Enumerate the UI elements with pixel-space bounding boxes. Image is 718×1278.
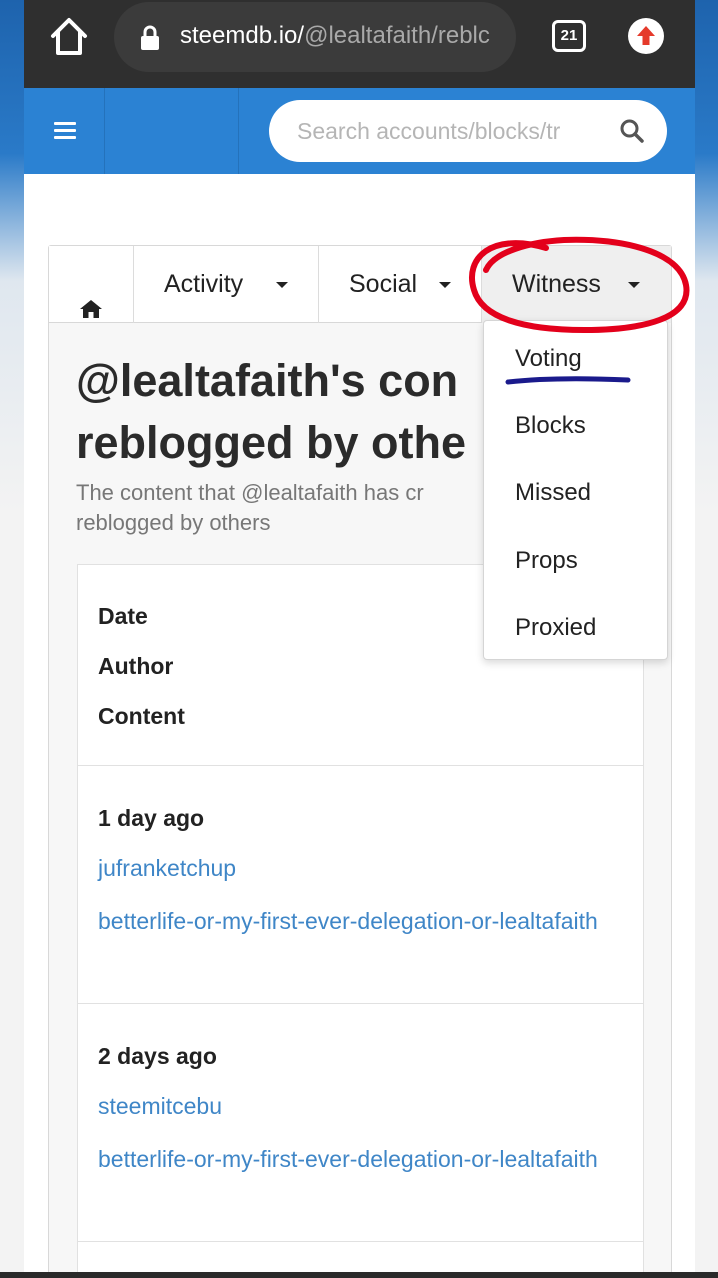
navbar-divider bbox=[104, 88, 105, 174]
table-row: 1 day ago jufranketchup betterlife-or-my… bbox=[78, 767, 643, 1004]
menu-item-blocks[interactable]: Blocks bbox=[515, 412, 586, 440]
url-text: steemdb.io/@lealtafaith/reblc bbox=[180, 22, 510, 50]
browser-toolbar: steemdb.io/@lealtafaith/reblc 21 bbox=[24, 0, 695, 88]
site-navbar: Search accounts/blocks/tr bbox=[24, 88, 695, 174]
menu-item-props[interactable]: Props bbox=[515, 547, 578, 575]
table-row: 2 days ago steemitcebu betterlife-or-my-… bbox=[78, 1005, 643, 1242]
page-title-line: @lealtafaith's con bbox=[76, 355, 459, 406]
tab-home[interactable] bbox=[49, 246, 134, 323]
tab-witness[interactable]: Witness bbox=[482, 246, 671, 323]
chevron-down-icon bbox=[439, 282, 451, 288]
hamburger-icon[interactable] bbox=[54, 122, 76, 140]
profile-tabbar: Activity Social Witness bbox=[49, 246, 671, 323]
phone-screen: steemdb.io/@lealtafaith/reblc 21 Search … bbox=[24, 0, 695, 1278]
update-icon[interactable] bbox=[628, 18, 664, 54]
page-subtitle-line: The content that @lealtafaith has cr bbox=[76, 480, 424, 505]
row-date: 1 day ago bbox=[98, 805, 205, 831]
row-author-link[interactable]: steemitcebu bbox=[98, 1093, 222, 1120]
reblog-table: Date Author Content 1 day ago jufranketc… bbox=[77, 564, 644, 1278]
home-tab-icon bbox=[79, 273, 103, 350]
tab-social-label: Social bbox=[349, 270, 418, 298]
tab-activity[interactable]: Activity bbox=[134, 246, 319, 323]
column-header-date: Date bbox=[98, 603, 148, 629]
search-input[interactable]: Search accounts/blocks/tr bbox=[269, 100, 667, 162]
lock-icon bbox=[140, 25, 160, 56]
search-icon[interactable] bbox=[619, 118, 645, 149]
background-left bbox=[0, 0, 24, 1278]
background-right bbox=[695, 0, 718, 1278]
witness-dropdown-menu: Voting Blocks Missed Props Proxied bbox=[483, 320, 668, 660]
bottom-edge bbox=[0, 1272, 718, 1278]
tab-social[interactable]: Social bbox=[319, 246, 482, 323]
address-bar[interactable]: steemdb.io/@lealtafaith/reblc bbox=[114, 2, 516, 72]
home-icon[interactable] bbox=[48, 14, 90, 60]
tabs-icon[interactable]: 21 bbox=[552, 20, 586, 52]
page-title-line: reblogged by othe bbox=[76, 417, 467, 468]
menu-item-missed[interactable]: Missed bbox=[515, 479, 591, 507]
search-placeholder: Search accounts/blocks/tr bbox=[297, 118, 561, 144]
tab-witness-label: Witness bbox=[512, 270, 601, 298]
chevron-down-icon bbox=[628, 282, 640, 288]
row-author-link[interactable]: jufranketchup bbox=[98, 855, 236, 882]
menu-item-voting[interactable]: Voting bbox=[515, 345, 582, 373]
tab-count: 21 bbox=[560, 27, 578, 44]
url-host: steemdb.io/ bbox=[180, 22, 305, 49]
column-header-author: Author bbox=[98, 653, 174, 679]
row-content-link[interactable]: betterlife-or-my-first-ever-delegation-o… bbox=[98, 1141, 618, 1178]
menu-item-proxied[interactable]: Proxied bbox=[515, 614, 596, 642]
tab-activity-label: Activity bbox=[164, 270, 244, 298]
row-date: 2 days ago bbox=[98, 1043, 217, 1069]
chevron-down-icon bbox=[276, 282, 288, 288]
navbar-divider bbox=[238, 88, 239, 174]
page-subtitle-line: reblogged by others bbox=[76, 510, 271, 535]
page-title: @lealtafaith's con reblogged by othe bbox=[76, 350, 496, 474]
url-path: @lealtafaith/reblc bbox=[304, 22, 490, 49]
row-content-link[interactable]: betterlife-or-my-first-ever-delegation-o… bbox=[98, 903, 618, 940]
page-subtitle: The content that @lealtafaith has cr reb… bbox=[76, 478, 486, 538]
column-header-content: Content bbox=[98, 703, 185, 729]
